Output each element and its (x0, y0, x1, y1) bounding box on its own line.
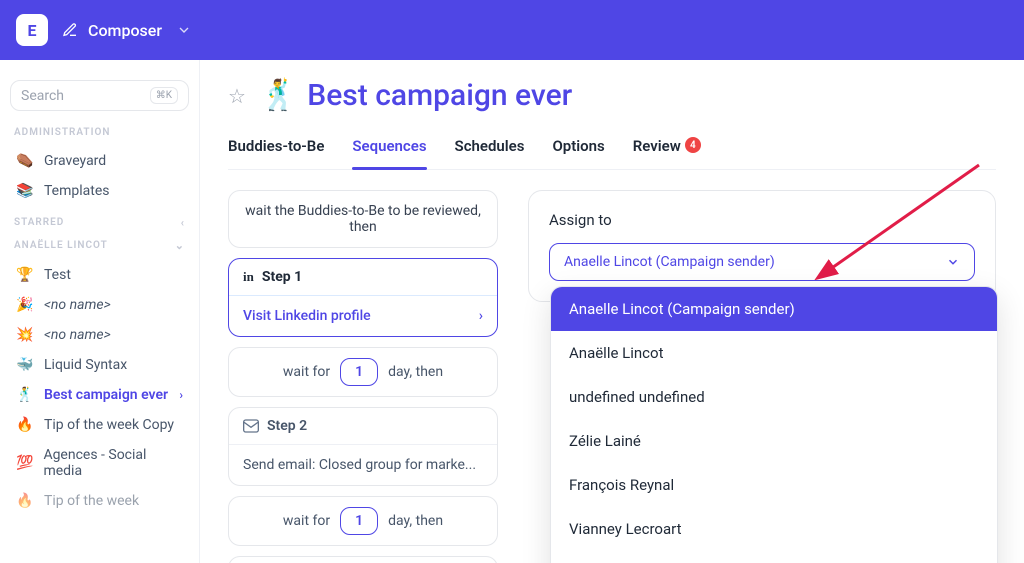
dd-option-0[interactable]: Anaelle Lincot (Campaign sender) (551, 287, 997, 331)
fire-icon: 🔥 (16, 417, 34, 433)
section-administration: ADMINISTRATION (14, 127, 185, 138)
chevron-down-icon[interactable] (176, 22, 192, 38)
wait-1: wait for 1 day, then (228, 347, 498, 397)
chevron-right-icon: › (179, 388, 183, 402)
topbar-title: Composer (88, 21, 162, 40)
nav-noname-1[interactable]: 🎉<no name> (10, 290, 189, 320)
tab-sequences[interactable]: Sequences (352, 127, 426, 169)
books-icon: 📚 (16, 183, 34, 199)
topbar: E Composer (0, 0, 1024, 60)
chevron-left-icon: ‹ (181, 216, 185, 229)
search-input[interactable]: Search ⌘K (10, 80, 189, 111)
linkedin-icon: in (243, 269, 254, 285)
search-shortcut: ⌘K (150, 87, 178, 104)
section-user[interactable]: ANAËLLE LINCOT⌄ (14, 239, 185, 252)
tabs: Buddies-to-Be Sequences Schedules Option… (228, 127, 996, 170)
dd-option-5[interactable]: Vianney Lecroart (551, 507, 997, 551)
app-logo[interactable]: E (16, 14, 48, 46)
trophy-icon: 🏆 (16, 267, 34, 283)
nav-liquid[interactable]: 🐳Liquid Syntax (10, 350, 189, 380)
nav-graveyard[interactable]: ⚰️Graveyard (10, 146, 189, 176)
nav-agences[interactable]: 💯Agences - Social media (10, 440, 189, 486)
dd-option-1[interactable]: Anaëlle Lincot (551, 331, 997, 375)
title-emoji: 🕺 (260, 78, 297, 113)
nav-noname-2[interactable]: 💥<no name> (10, 320, 189, 350)
nav-tip-week[interactable]: 🔥Tip of the week (10, 486, 189, 516)
main: ☆ 🕺Best campaign ever Buddies-to-Be Sequ… (200, 60, 1024, 563)
wait-1-input[interactable]: 1 (340, 358, 378, 386)
assign-dropdown: Anaelle Lincot (Campaign sender) Anaëlle… (550, 286, 998, 563)
dancer-icon: 🕺 (16, 387, 34, 403)
mail-icon (243, 419, 259, 433)
dd-option-4[interactable]: François Reynal (551, 463, 997, 507)
star-icon[interactable]: ☆ (228, 84, 246, 108)
sidebar: Search ⌘K ADMINISTRATION ⚰️Graveyard 📚Te… (0, 60, 200, 563)
step-1-link[interactable]: Visit Linkedin profile› (229, 296, 497, 336)
sequence-column: wait the Buddies-to-Be to be reviewed, t… (228, 190, 498, 563)
coffin-icon: ⚰️ (16, 153, 34, 169)
step-2-card[interactable]: Step 2 Send email: Closed group for mark… (228, 407, 498, 486)
dd-option-3[interactable]: Zélie Lainé (551, 419, 997, 463)
assign-panel: Assign to Anaelle Lincot (Campaign sende… (528, 190, 996, 302)
dd-option-6[interactable]: Francois Lecroart (551, 551, 997, 563)
tab-review[interactable]: Review4 (633, 127, 701, 169)
whale-icon: 🐳 (16, 357, 34, 373)
pencil-icon (62, 22, 78, 38)
chevron-right-icon: › (479, 308, 483, 324)
nav-best-campaign[interactable]: 🕺Best campaign ever› (10, 380, 189, 410)
nav-tip-copy[interactable]: 🔥Tip of the week Copy (10, 410, 189, 440)
nav-test[interactable]: 🏆Test (10, 260, 189, 290)
page-title: 🕺Best campaign ever (260, 78, 572, 113)
assign-label: Assign to (549, 211, 975, 229)
step-3-card[interactable]: Step 3 Send email: <previous email subje… (228, 556, 498, 563)
tab-options[interactable]: Options (552, 127, 604, 169)
assign-select[interactable]: Anaelle Lincot (Campaign sender) Anaelle… (549, 243, 975, 281)
dd-option-2[interactable]: undefined undefined (551, 375, 997, 419)
tab-buddies[interactable]: Buddies-to-Be (228, 127, 324, 169)
search-placeholder: Search (21, 88, 64, 104)
fire-icon: 🔥 (16, 493, 34, 509)
hundred-icon: 💯 (16, 455, 33, 471)
wait-2-input[interactable]: 1 (340, 507, 378, 535)
chevron-down-icon (946, 255, 960, 269)
collision-icon: 💥 (16, 327, 34, 343)
review-badge: 4 (685, 137, 701, 153)
party-icon: 🎉 (16, 297, 34, 313)
wait-2: wait for 1 day, then (228, 496, 498, 546)
section-starred[interactable]: STARRED‹ (14, 216, 185, 229)
nav-templates[interactable]: 📚Templates (10, 176, 189, 206)
tab-schedules[interactable]: Schedules (455, 127, 525, 169)
step-1-card[interactable]: inStep 1 Visit Linkedin profile› (228, 258, 498, 337)
intro-card: wait the Buddies-to-Be to be reviewed, t… (228, 190, 498, 248)
chevron-down-icon: ⌄ (175, 239, 185, 252)
